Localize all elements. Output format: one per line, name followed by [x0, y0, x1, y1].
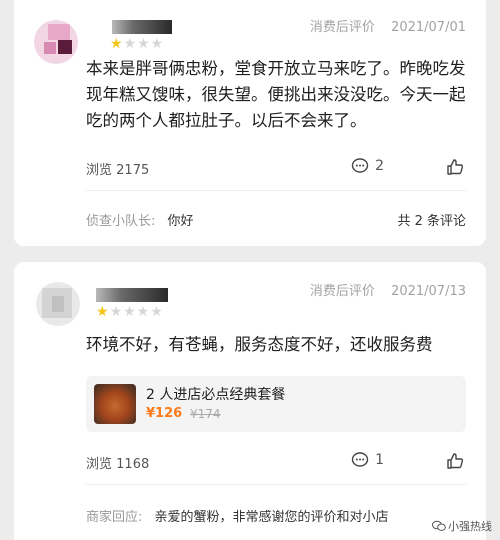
watermark: 小强热线: [432, 518, 492, 534]
comment-icon: [351, 452, 369, 467]
reply-author: 商家回应:: [86, 510, 143, 525]
watermark-text: 小强热线: [448, 520, 492, 533]
deal-original-price: ¥174: [190, 407, 221, 421]
deal-card[interactable]: 2 人进店必点经典套餐 ¥126 ¥174: [86, 376, 466, 432]
review-meta: 消费后评价 2021/07/13: [310, 280, 466, 299]
deal-thumbnail: [94, 384, 136, 424]
merchant-reply-row[interactable]: 商家回应: 亲爱的蟹粉，非常感谢您的评价和对小店: [86, 506, 466, 525]
meta-label: 消费后评价: [309, 20, 375, 35]
like-button[interactable]: [446, 158, 464, 180]
comment-icon: [351, 158, 369, 173]
meta-label: 消费后评价: [309, 284, 375, 299]
deal-title: 2 人进店必点经典套餐: [146, 387, 286, 403]
views-count: 浏览 2175: [86, 163, 150, 178]
star-rating: ★★★★: [110, 36, 165, 52]
review-date: 2021/07/13: [391, 284, 466, 299]
comment-button[interactable]: 1: [351, 452, 384, 468]
views-count: 浏览 1168: [86, 457, 150, 472]
like-button[interactable]: [446, 452, 464, 474]
review-text: 本来是胖哥俩忠粉，堂食开放立马来吃了。昨晚吃发现年糕又馊味，很失望。便挑出来没没…: [86, 59, 466, 130]
reply-row[interactable]: 侦查小队长: 你好 共 2 条评论: [86, 210, 466, 229]
avatar[interactable]: [36, 282, 80, 326]
review-card: ★★★★★ 消费后评价 2021/07/13 环境不好，有苍蝇，服务态度不好，还…: [14, 262, 486, 540]
username[interactable]: [96, 288, 168, 302]
review-date: 2021/07/01: [391, 20, 466, 35]
divider: [86, 190, 466, 191]
all-comments-link[interactable]: 共 2 条评论: [397, 210, 466, 229]
chat-bubble-icon: [432, 520, 446, 531]
stats-row: 浏览 1168 1: [86, 452, 464, 472]
reply-author: 侦查小队长:: [86, 214, 156, 229]
deal-price: ¥126: [146, 406, 183, 421]
avatar[interactable]: [34, 20, 78, 64]
reply-text: 亲爱的蟹粉，非常感谢您的评价和对小店: [154, 510, 389, 525]
divider: [86, 484, 466, 485]
comment-count: 1: [375, 452, 384, 468]
review-card: ★★★★ 消费后评价 2021/07/01 本来是胖哥俩忠粉，堂食开放立马来吃了…: [14, 0, 486, 246]
comment-button[interactable]: 2: [351, 158, 384, 174]
comment-count: 2: [375, 158, 384, 174]
review-text: 环境不好，有苍蝇，服务态度不好，还收服务费: [86, 335, 433, 354]
username[interactable]: [112, 20, 172, 34]
stats-row: 浏览 2175 2: [86, 158, 464, 178]
review-meta: 消费后评价 2021/07/01: [310, 16, 466, 35]
thumbs-up-icon: [447, 453, 464, 469]
reply-text: 你好: [167, 214, 194, 229]
star-rating: ★★★★★: [96, 304, 164, 320]
thumbs-up-icon: [447, 159, 464, 175]
